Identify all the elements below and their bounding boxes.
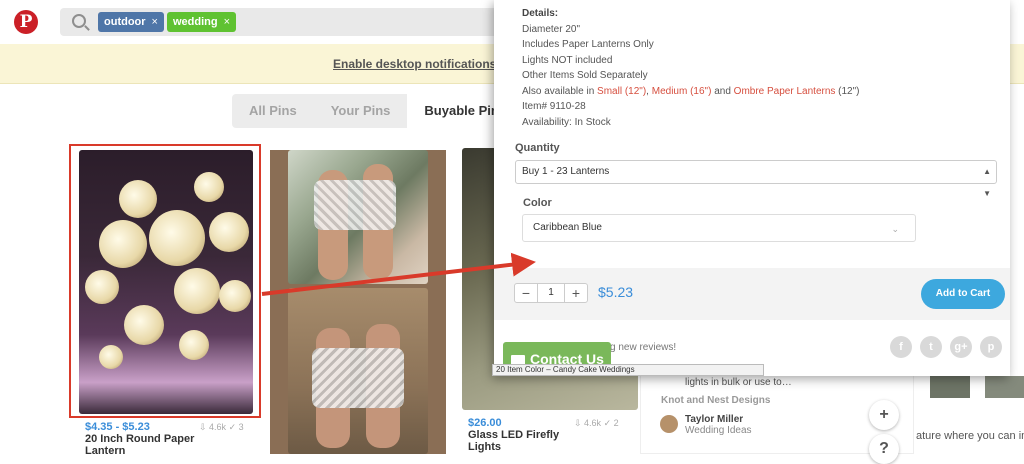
facebook-icon[interactable]: f bbox=[890, 336, 912, 358]
search-icon bbox=[72, 14, 86, 28]
color-select[interactable]: Caribbean Blue ⌄ bbox=[522, 214, 916, 242]
enable-notifications-link[interactable]: Enable desktop notifications to bbox=[333, 57, 511, 71]
user-board[interactable]: Wedding Ideas bbox=[685, 425, 752, 436]
details-heading: Details: bbox=[522, 8, 559, 19]
chip-label: wedding bbox=[173, 16, 218, 28]
ombre-lanterns-link[interactable]: Ombre Paper Lanterns bbox=[734, 86, 836, 97]
thumbnail-image bbox=[985, 376, 1024, 398]
twitter-icon[interactable]: t bbox=[920, 336, 942, 358]
product-details: Details: Diameter 20" Includes Paper Lan… bbox=[522, 6, 860, 130]
detail-line: Lights NOT included bbox=[522, 54, 613, 66]
search-bar[interactable]: outdoor × wedding × bbox=[60, 8, 500, 36]
feature-text: ature where you can inte bbox=[916, 430, 1024, 442]
availability: Availability: In Stock bbox=[522, 116, 611, 128]
chevron-down-icon: ⌄ bbox=[891, 224, 899, 234]
search-chip-wedding[interactable]: wedding × bbox=[167, 12, 237, 32]
quantity-select[interactable]: Buy 1 - 23 Lanterns ▲ ▼ bbox=[515, 160, 997, 198]
cart-price: $5.23 bbox=[598, 284, 634, 300]
image-caption: 20 Item Color – Candy Cake Weddings bbox=[492, 364, 764, 376]
add-button[interactable]: + bbox=[869, 400, 899, 430]
cart-bar: − 1 + $5.23 Add to Cart bbox=[494, 268, 1010, 320]
tab-your-pins[interactable]: Your Pins bbox=[314, 94, 408, 128]
detail-line: Includes Paper Lanterns Only bbox=[522, 39, 654, 50]
thumbnail-image bbox=[930, 376, 970, 398]
quantity-stepper[interactable]: − 1 + bbox=[514, 283, 588, 303]
help-button[interactable]: ? bbox=[869, 434, 899, 464]
color-label: Color bbox=[523, 197, 552, 209]
pin-card[interactable] bbox=[270, 150, 446, 454]
increment-button[interactable]: + bbox=[565, 284, 587, 302]
also-available-line: Also available in Small (12"), Medium (1… bbox=[522, 85, 860, 97]
chip-label: outdoor bbox=[104, 16, 146, 28]
quantity-value[interactable]: 1 bbox=[537, 284, 565, 302]
search-chip-outdoor[interactable]: outdoor × bbox=[98, 12, 164, 32]
google-plus-icon[interactable]: g+ bbox=[950, 336, 972, 358]
pin-title: Glass LED Firefly Lights bbox=[468, 429, 560, 453]
sandals-image-bottom bbox=[288, 288, 428, 454]
lantern-image bbox=[79, 150, 253, 414]
pin-source: Knot and Nest Designs bbox=[661, 395, 771, 406]
detail-line: Other Items Sold Separately bbox=[522, 70, 648, 81]
pin-price: $26.00 bbox=[468, 417, 502, 429]
close-icon[interactable]: × bbox=[152, 16, 158, 28]
add-to-cart-button[interactable]: Add to Cart bbox=[921, 279, 1005, 309]
pin-title: 20 Inch Round Paper Lantern bbox=[85, 433, 195, 457]
user-name[interactable]: Taylor Miller bbox=[685, 414, 743, 425]
small-size-link[interactable]: Small (12") bbox=[597, 86, 646, 97]
check-icon: ✓ bbox=[601, 418, 614, 428]
detail-line: Diameter 20" bbox=[522, 23, 581, 35]
product-detail-panel: Details: Diameter 20" Includes Paper Lan… bbox=[494, 0, 1010, 376]
close-icon[interactable]: × bbox=[224, 16, 230, 28]
avatar[interactable] bbox=[660, 415, 678, 433]
reviews-text: g new reviews! bbox=[610, 342, 677, 353]
check-icon: ✓ bbox=[226, 422, 239, 432]
pinterest-logo-icon[interactable]: P bbox=[14, 10, 38, 34]
item-number: Item# 9110-28 bbox=[522, 101, 586, 112]
decrement-button[interactable]: − bbox=[515, 284, 537, 302]
medium-size-link[interactable]: Medium (16") bbox=[652, 86, 712, 97]
tab-all-pins[interactable]: All Pins bbox=[232, 94, 314, 128]
pin-icon: ⇩ bbox=[574, 418, 585, 428]
pin-card[interactable]: $4.35 - $5.23 ⇩ 4.6k ✓ 3 20 Inch Round P… bbox=[69, 144, 261, 457]
select-arrows-icon: ▲ ▼ bbox=[983, 167, 991, 198]
pin-stats: ⇩ 4.6k ✓ 3 bbox=[199, 422, 244, 432]
pin-description: lights in bulk or use to… bbox=[685, 377, 792, 388]
pin-price: $4.35 - $5.23 bbox=[85, 421, 150, 433]
pin-icon: ⇩ bbox=[199, 422, 210, 432]
quantity-label: Quantity bbox=[515, 142, 560, 154]
pin-stats: ⇩ 4.6k ✓ 2 bbox=[574, 418, 619, 428]
sandals-image-top bbox=[288, 150, 428, 284]
pinterest-icon[interactable]: p bbox=[980, 336, 1002, 358]
pin-filter-tabs: All Pins Your Pins Buyable Pins bbox=[232, 94, 524, 128]
